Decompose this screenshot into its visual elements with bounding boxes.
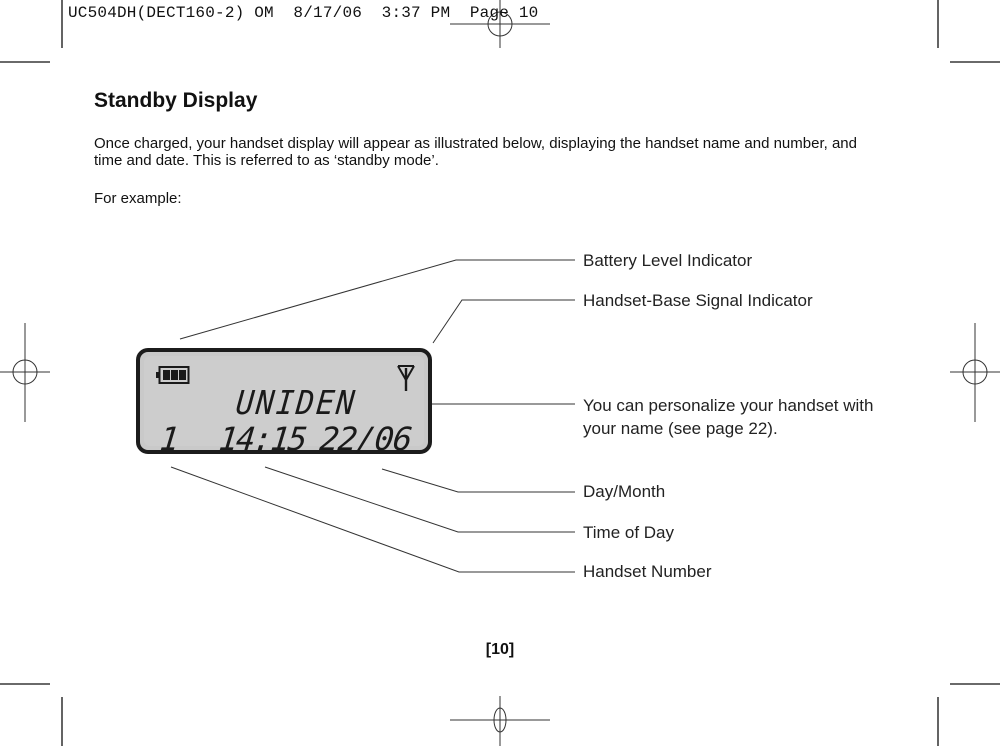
leader-time: [264, 466, 575, 533]
leader-signal: [432, 299, 575, 344]
callout-signal-indicator: Handset-Base Signal Indicator: [583, 291, 813, 310]
callout-day-month: Day/Month: [583, 482, 666, 501]
callout-battery-level: Battery Level Indicator: [583, 251, 753, 270]
lcd-handset-number: 1: [158, 420, 182, 458]
callout-handset-name: You can personalize your handset with yo…: [583, 396, 874, 438]
lcd-time: 14:15: [217, 420, 308, 458]
registration-mark-right: [950, 323, 1000, 422]
intro-paragraph: Once charged, your handset display will …: [94, 135, 857, 169]
callout-time-of-day: Time of Day: [583, 523, 675, 542]
lcd-display: UNIDEN 1 14:15 22/06: [136, 348, 432, 458]
leader-handset-number: [170, 466, 575, 573]
leader-day-month: [381, 468, 575, 493]
page-title: Standby Display: [94, 89, 258, 112]
callout-handset-number: Handset Number: [583, 562, 712, 581]
lcd-handset-name: UNIDEN: [234, 384, 359, 423]
lcd-date: 22/06: [318, 420, 414, 458]
antenna-signal-icon: [397, 365, 415, 391]
example-label: For example:: [94, 190, 182, 207]
battery-full-icon: [156, 366, 190, 384]
page-number: [10]: [485, 641, 515, 658]
lcd-screen: UNIDEN 1 14:15 22/06: [144, 356, 424, 458]
print-slug: UC504DH(DECT160-2) OM 8/17/06 3:37 PM Pa…: [68, 4, 539, 22]
registration-mark-left: [0, 323, 50, 422]
registration-mark-bottom: [450, 696, 550, 746]
